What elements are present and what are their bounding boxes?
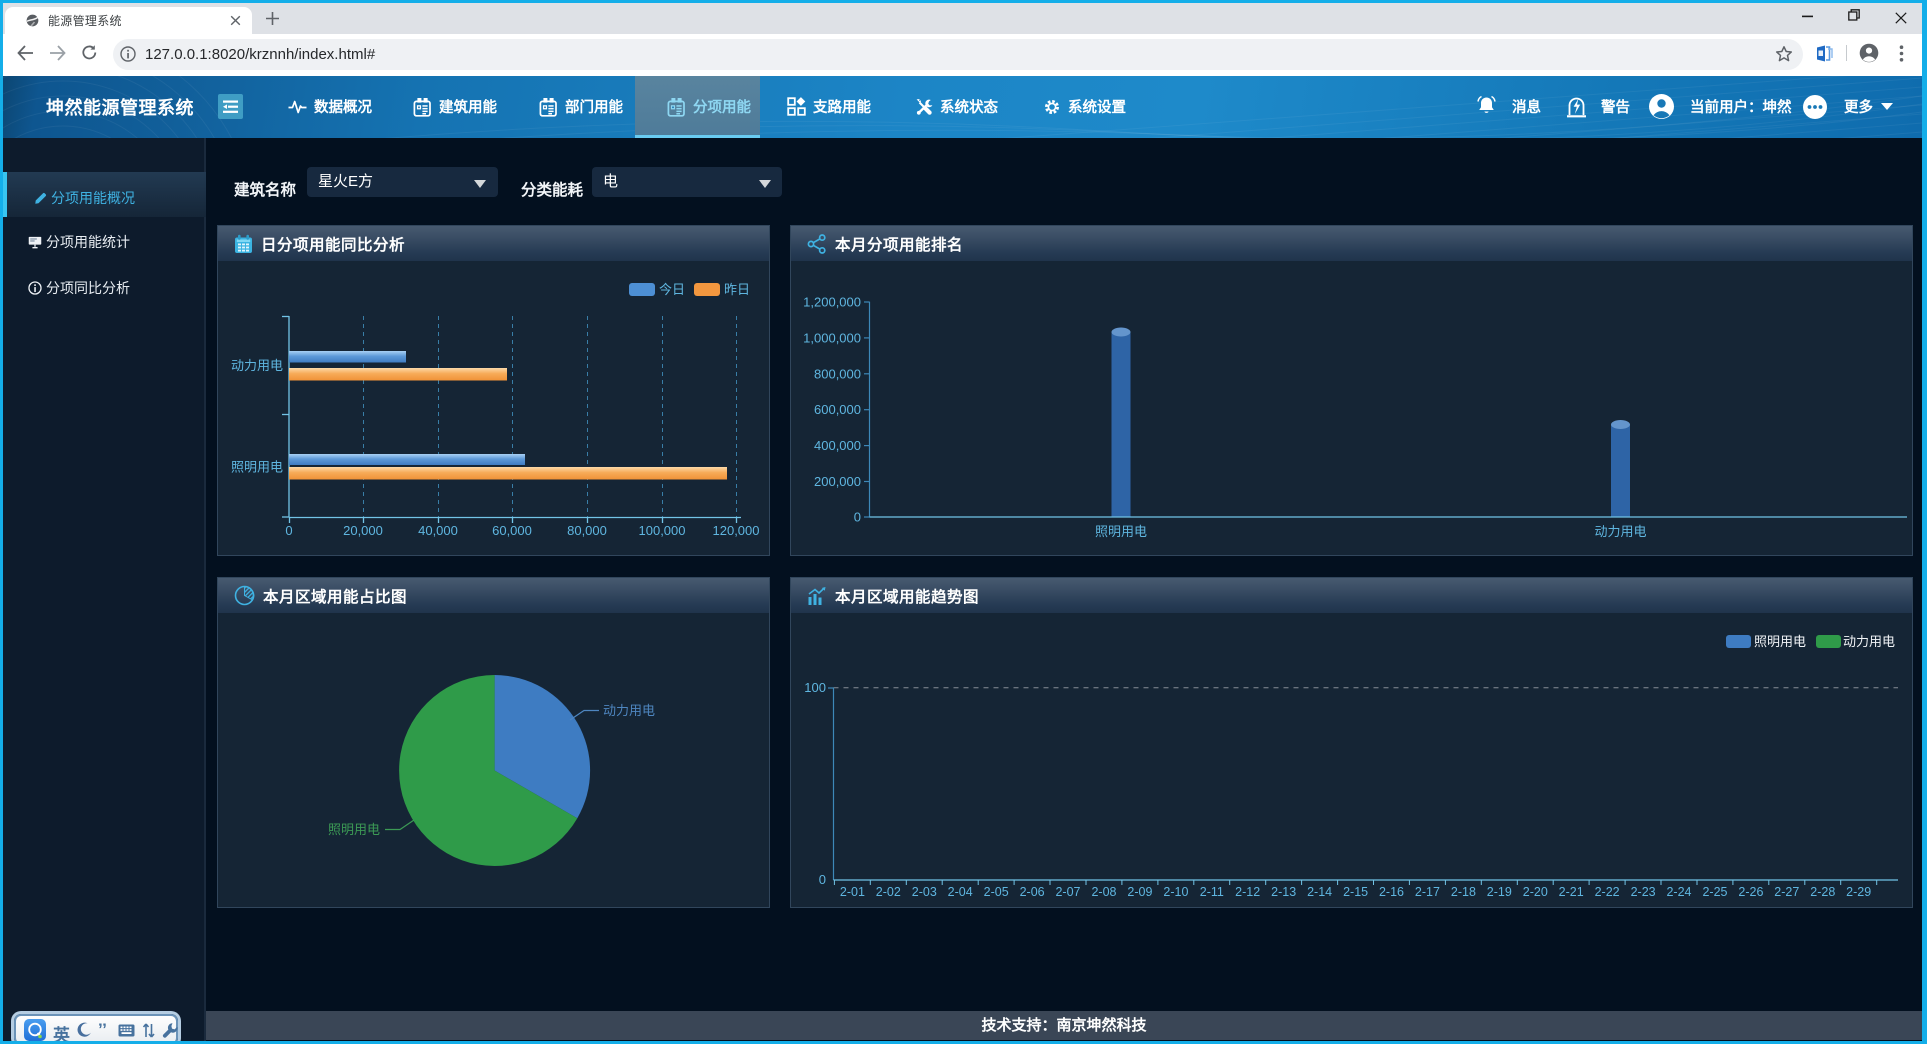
svg-text:2-12: 2-12: [1235, 885, 1260, 899]
svg-text:今日: 今日: [659, 282, 685, 297]
svg-text:2-10: 2-10: [1163, 885, 1188, 899]
svg-text:0: 0: [285, 523, 292, 538]
svg-text:2-05: 2-05: [984, 885, 1009, 899]
svg-text:2-04: 2-04: [948, 885, 973, 899]
svg-text:照明用电: 照明用电: [328, 822, 380, 837]
svg-text:动力用电: 动力用电: [1843, 634, 1895, 649]
svg-text:2-24: 2-24: [1666, 885, 1691, 899]
svg-text:2-08: 2-08: [1091, 885, 1116, 899]
svg-text:2-07: 2-07: [1055, 885, 1080, 899]
svg-text:2-19: 2-19: [1487, 885, 1512, 899]
svg-text:1,200,000: 1,200,000: [803, 295, 861, 310]
svg-text:2-28: 2-28: [1810, 885, 1835, 899]
svg-text:0: 0: [854, 510, 861, 525]
svg-text:2-22: 2-22: [1595, 885, 1620, 899]
svg-text:昨日: 昨日: [724, 282, 750, 297]
svg-text:动力用电: 动力用电: [231, 358, 283, 373]
svg-text:2-09: 2-09: [1127, 885, 1152, 899]
svg-text:600,000: 600,000: [814, 402, 861, 417]
svg-text:100,000: 100,000: [639, 523, 686, 538]
svg-text:120,000: 120,000: [713, 523, 760, 538]
svg-text:2-25: 2-25: [1702, 885, 1727, 899]
svg-text:2-20: 2-20: [1523, 885, 1548, 899]
svg-text:200,000: 200,000: [814, 474, 861, 489]
svg-text:2-14: 2-14: [1307, 885, 1332, 899]
svg-text:2-17: 2-17: [1415, 885, 1440, 899]
svg-text:2-03: 2-03: [912, 885, 937, 899]
svg-text:2-06: 2-06: [1020, 885, 1045, 899]
svg-text:动力用电: 动力用电: [1594, 524, 1646, 539]
svg-text:2-23: 2-23: [1631, 885, 1656, 899]
svg-text:2-16: 2-16: [1379, 885, 1404, 899]
svg-text:2-27: 2-27: [1774, 885, 1799, 899]
svg-text:2-18: 2-18: [1451, 885, 1476, 899]
svg-text:2-29: 2-29: [1846, 885, 1871, 899]
svg-text:2-15: 2-15: [1343, 885, 1368, 899]
svg-text:照明用电: 照明用电: [1754, 634, 1806, 649]
svg-text:1,000,000: 1,000,000: [803, 330, 861, 345]
svg-text:照明用电: 照明用电: [1095, 524, 1147, 539]
svg-text:动力用电: 动力用电: [603, 703, 655, 718]
svg-text:2-21: 2-21: [1559, 885, 1584, 899]
svg-text:60,000: 60,000: [492, 523, 532, 538]
svg-text:20,000: 20,000: [343, 523, 383, 538]
svg-text:40,000: 40,000: [418, 523, 458, 538]
svg-text:0: 0: [819, 872, 826, 887]
svg-text:2-26: 2-26: [1738, 885, 1763, 899]
svg-text:800,000: 800,000: [814, 366, 861, 381]
svg-text:2-02: 2-02: [876, 885, 901, 899]
svg-text:100: 100: [804, 680, 826, 695]
svg-text:400,000: 400,000: [814, 438, 861, 453]
svg-text:80,000: 80,000: [567, 523, 607, 538]
svg-text:照明用电: 照明用电: [231, 460, 283, 475]
svg-text:2-01: 2-01: [840, 885, 865, 899]
svg-text:2-11: 2-11: [1200, 885, 1224, 899]
svg-text:2-13: 2-13: [1271, 885, 1296, 899]
